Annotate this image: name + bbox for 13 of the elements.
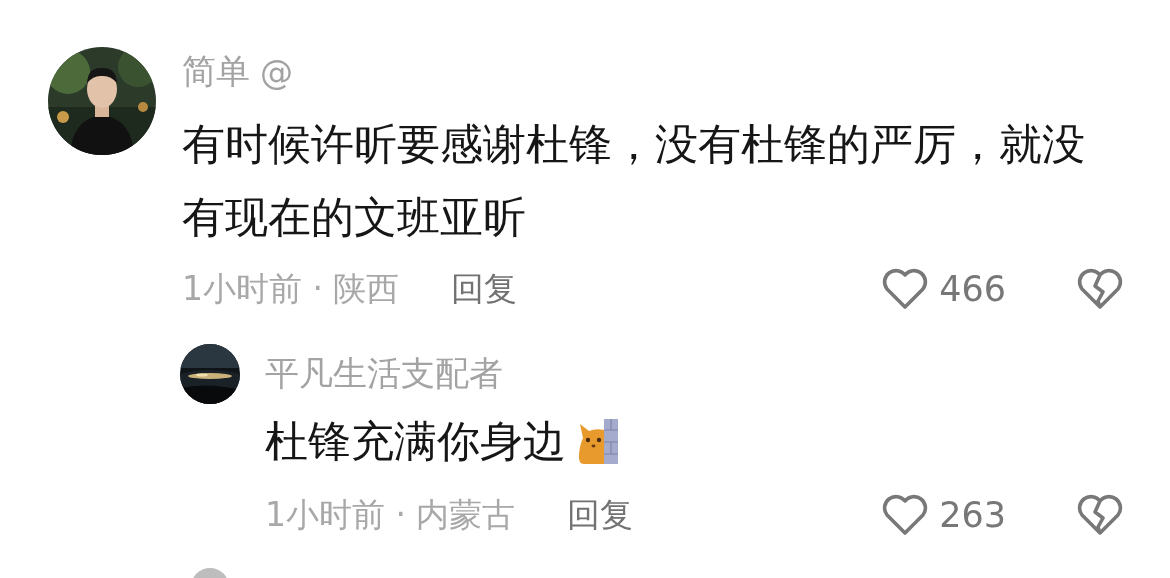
reply-button[interactable]: 回复 <box>451 266 518 312</box>
comment-text: 有时候许昕要感谢杜锋，没有杜锋的严厉，就没有现在的文班亚昕 <box>182 118 1086 244</box>
reply-button[interactable]: 回复 <box>567 492 634 538</box>
mention-symbol: @ <box>260 52 293 92</box>
time-location: 1小时前 · 陕西 <box>182 267 400 310</box>
heart-icon <box>881 494 930 536</box>
like-button[interactable]: 263 <box>881 494 1006 536</box>
heart-icon <box>881 268 930 310</box>
username[interactable]: 平凡生活支配者 <box>265 351 503 397</box>
reply-text: 杜锋充满你身边 <box>265 415 566 468</box>
like-button[interactable]: 466 <box>881 268 1006 310</box>
time-location: 1小时前 · 内蒙古 <box>265 493 516 536</box>
username[interactable]: 简单 <box>182 49 250 95</box>
